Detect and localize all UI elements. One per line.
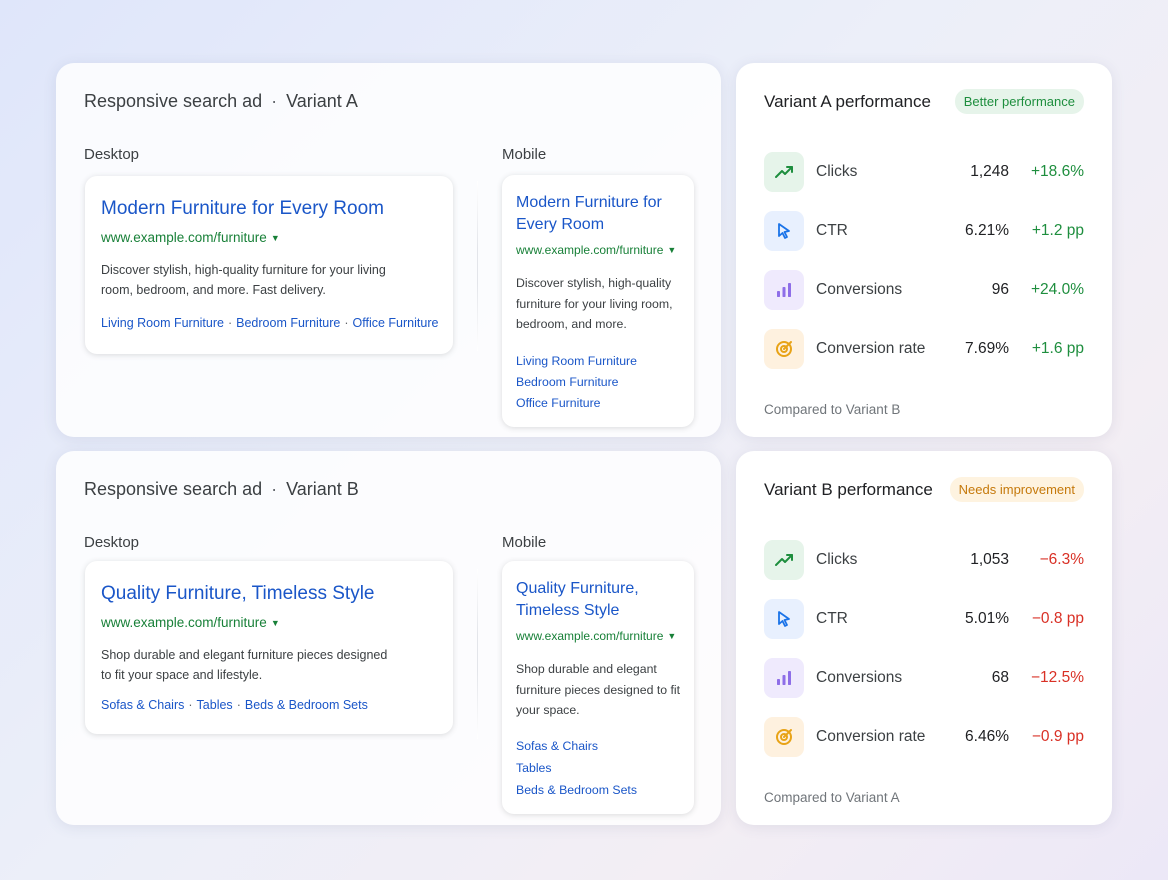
status-badge: Better performance: [954, 89, 1084, 114]
performance-card-variant-a: Variant A performance Better performance…: [736, 63, 1112, 437]
sitelink[interactable]: Living Room Furniture: [101, 316, 224, 330]
sitelink[interactable]: Office Furniture: [516, 393, 637, 414]
performance-card-variant-b: Variant B performance Needs improvement …: [736, 451, 1112, 825]
ad-display-url[interactable]: www.example.com/furniture ▼: [516, 243, 676, 257]
sitelink[interactable]: Beds & Bedroom Sets: [516, 779, 637, 801]
ad-preview-title: Responsive search ad · Variant B: [84, 479, 359, 499]
chevron-down-icon: ▼: [270, 233, 280, 243]
desktop-ad-preview: Quality Furniture, Timeless Style www.ex…: [85, 561, 453, 734]
metric-conversions: Conversions 68 −12.5%: [764, 658, 1084, 698]
metric-clicks: Clicks 1,053 −6.3%: [764, 540, 1084, 580]
trending-up-icon: [764, 540, 804, 580]
mobile-ad-preview: Quality Furniture, Timeless Style www.ex…: [502, 561, 694, 814]
ad-display-url[interactable]: www.example.com/furniture ▼: [516, 629, 676, 643]
bar-chart-icon: [764, 658, 804, 698]
target-icon: [764, 717, 804, 757]
metric-ctr: CTR 6.21% +1.2 pp: [764, 211, 1084, 251]
comparison-note: Compared to Variant B: [764, 402, 901, 417]
ad-headline-link[interactable]: Modern Furniture for Every Room: [516, 192, 676, 236]
mobile-ad-preview: Modern Furniture for Every Room www.exam…: [502, 175, 694, 427]
ad-preview-card-variant-a: Responsive search ad · Variant A Desktop…: [56, 63, 721, 437]
comparison-note: Compared to Variant A: [764, 790, 900, 805]
status-badge: Needs improvement: [949, 477, 1084, 502]
preview-divider: [477, 181, 478, 351]
sitelinks: Living Room Furniture Bedroom Furniture …: [516, 351, 637, 414]
ad-description: Discover stylish, high-quality furniture…: [516, 276, 673, 331]
performance-title: Variant B performance: [764, 480, 933, 499]
chevron-down-icon: ▼: [667, 245, 677, 255]
ad-display-url[interactable]: www.example.com/furniture ▼: [101, 230, 280, 245]
desktop-label: Desktop: [84, 534, 140, 551]
sitelink[interactable]: Tables: [516, 757, 637, 779]
ad-display-url[interactable]: www.example.com/furniture ▼: [101, 615, 280, 630]
ad-description: Shop durable and elegant furniture piece…: [101, 648, 388, 682]
ad-preview-card-variant-b: Responsive search ad · Variant B Desktop…: [56, 451, 721, 825]
cursor-pointer-icon: [764, 211, 804, 251]
sitelink[interactable]: Sofas & Chairs: [516, 735, 637, 757]
metric-ctr: CTR 5.01% −0.8 pp: [764, 599, 1084, 639]
sitelink[interactable]: Bedroom Furniture: [236, 316, 340, 330]
sitelink[interactable]: Tables: [197, 698, 233, 712]
sitelink[interactable]: Living Room Furniture: [516, 351, 637, 372]
metric-conversions: Conversions 96 +24.0%: [764, 270, 1084, 310]
desktop-label: Desktop: [84, 146, 140, 163]
sitelink[interactable]: Bedroom Furniture: [516, 372, 637, 393]
sitelinks: Living Room Furniture · Bedroom Furniture ·…: [101, 316, 439, 330]
bar-chart-icon: [764, 270, 804, 310]
performance-title: Variant A performance: [764, 92, 931, 111]
sitelinks: Sofas & Chairs · Tables · Beds & Bedroom Set…: [101, 698, 368, 712]
metric-conversion-rate: Conversion rate 7.69% +1.6 pp: [764, 329, 1084, 369]
cursor-pointer-icon: [764, 599, 804, 639]
ad-description: Discover stylish, high-quality furniture…: [101, 263, 386, 297]
ad-headline-link[interactable]: Modern Furniture for Every Room: [101, 198, 384, 220]
ad-headline-link[interactable]: Quality Furniture, Timeless Style: [101, 583, 374, 605]
sitelinks: Sofas & Chairs Tables Beds & Bedroom Set…: [516, 735, 637, 801]
desktop-ad-preview: Modern Furniture for Every Room www.exam…: [85, 176, 453, 354]
sitelink[interactable]: Beds & Bedroom Sets: [245, 698, 368, 712]
ad-description: Shop durable and elegant furniture piece…: [516, 662, 681, 717]
sitelink[interactable]: Office Furniture: [353, 316, 439, 330]
ad-headline-link[interactable]: Quality Furniture, Timeless Style: [516, 578, 676, 622]
metric-clicks: Clicks 1,248 +18.6%: [764, 152, 1084, 192]
metric-conversion-rate: Conversion rate 6.46% −0.9 pp: [764, 717, 1084, 757]
target-icon: [764, 329, 804, 369]
mobile-label: Mobile: [502, 534, 547, 551]
preview-divider: [477, 569, 478, 739]
trending-up-icon: [764, 152, 804, 192]
chevron-down-icon: ▼: [667, 631, 677, 641]
variant-name: Variant A: [286, 91, 358, 111]
ad-preview-title: Responsive search ad · Variant A: [84, 91, 358, 111]
chevron-down-icon: ▼: [270, 618, 280, 628]
variant-name: Variant B: [286, 479, 359, 499]
mobile-label: Mobile: [502, 146, 547, 163]
sitelink[interactable]: Sofas & Chairs: [101, 698, 184, 712]
